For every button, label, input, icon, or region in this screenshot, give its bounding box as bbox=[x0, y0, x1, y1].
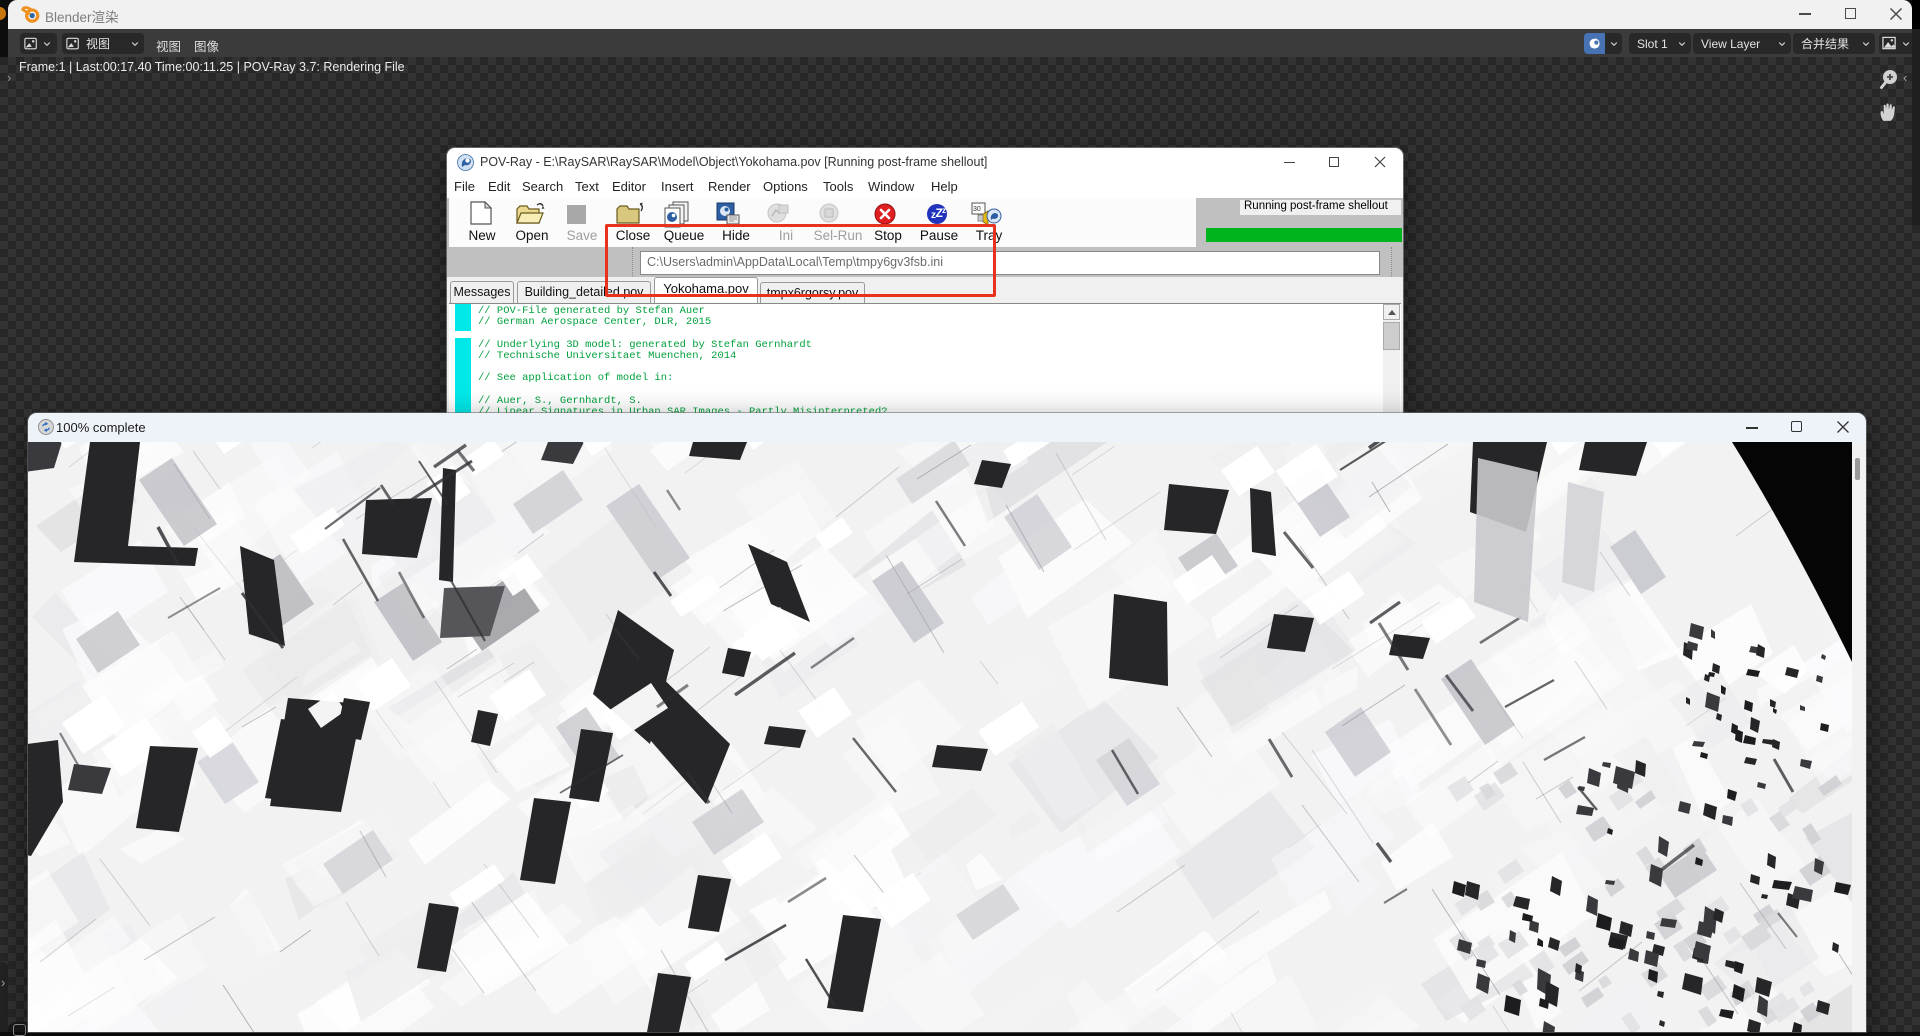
svg-text:30: 30 bbox=[973, 206, 981, 213]
svg-text:z: z bbox=[942, 206, 946, 215]
